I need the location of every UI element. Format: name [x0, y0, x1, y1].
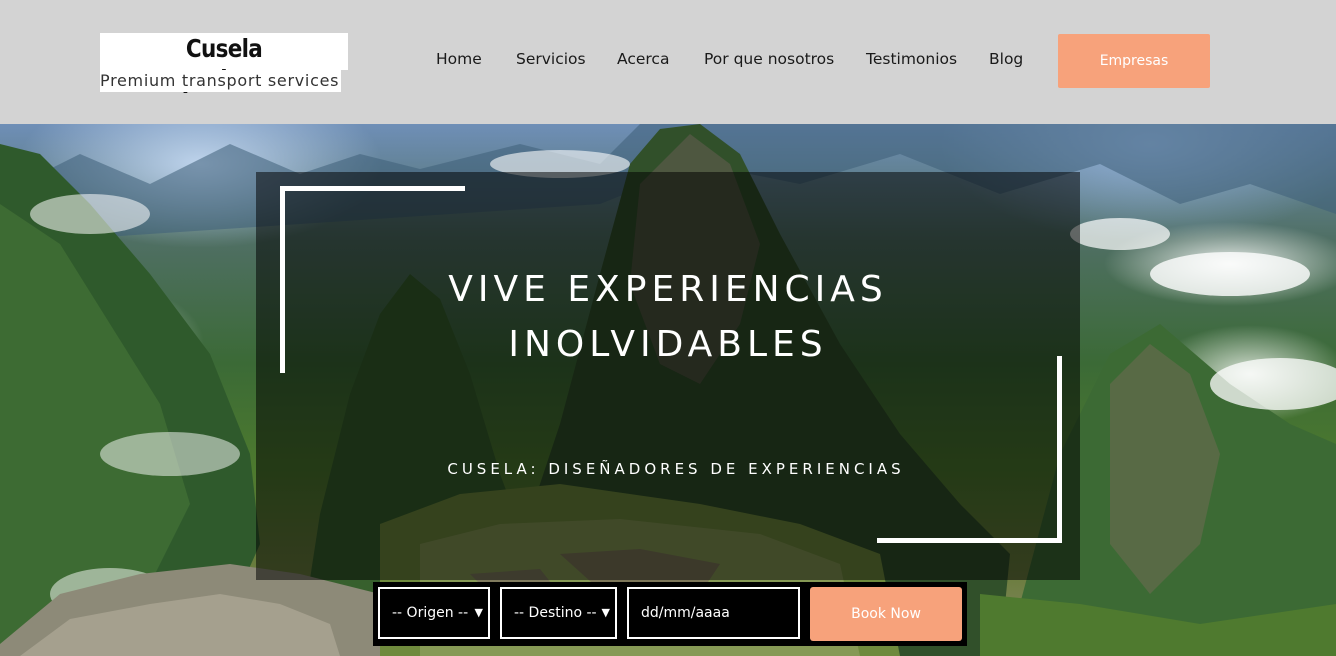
- nav-testimonios[interactable]: Testimonios: [866, 46, 957, 72]
- page: Cusela Experiences Premium transport ser…: [0, 0, 1336, 656]
- date-input-placeholder: dd/mm/aaaa: [641, 605, 730, 621]
- hero-section: VIVE EXPERIENCIAS INOLVIDABLES CUSELA: D…: [0, 124, 1336, 656]
- hero-overlay-box: [256, 172, 1080, 580]
- date-input[interactable]: dd/mm/aaaa: [627, 587, 800, 639]
- frame-bottom-bar: [877, 538, 1062, 543]
- hero-headline-line2: INOLVIDABLES: [508, 324, 828, 365]
- frame-top-bar: [280, 186, 465, 191]
- nav-acerca[interactable]: Acerca: [617, 46, 669, 72]
- destination-select[interactable]: -- Destino -- ▼: [500, 587, 617, 639]
- hero-headline-line1: VIVE EXPERIENCIAS: [448, 269, 888, 310]
- nav-home[interactable]: Home: [436, 46, 482, 72]
- destination-select-value: -- Destino --: [514, 605, 597, 621]
- book-now-button[interactable]: Book Now: [810, 587, 962, 641]
- chevron-down-icon: ▼: [474, 606, 483, 619]
- nav-servicios[interactable]: Servicios: [516, 46, 586, 72]
- empresas-button[interactable]: Empresas: [1058, 34, 1210, 88]
- logo-subtitle-text: Premium transport services: [100, 70, 342, 92]
- frame-right-bar: [1057, 356, 1062, 543]
- logo[interactable]: Cusela Experiences Premium transport ser…: [100, 33, 350, 94]
- logo-subtitle: Premium transport services: [100, 70, 350, 92]
- booking-form: -- Origen -- ▼ -- Destino -- ▼ dd/mm/aaa…: [373, 582, 967, 646]
- nav-blog[interactable]: Blog: [989, 46, 1023, 72]
- hero-headline: VIVE EXPERIENCIAS INOLVIDABLES: [256, 262, 1080, 372]
- logo-title: Cusela Experiences: [155, 34, 295, 94]
- site-header: Cusela Experiences Premium transport ser…: [0, 0, 1336, 124]
- nav-por-que-nosotros[interactable]: Por que nosotros: [704, 46, 834, 72]
- chevron-down-icon: ▼: [601, 606, 610, 619]
- origin-select-value: -- Origen --: [392, 605, 469, 621]
- origin-select[interactable]: -- Origen -- ▼: [378, 587, 490, 639]
- hero-subheadline: CUSELA: DISEÑADORES DE EXPERIENCIAS: [447, 460, 905, 478]
